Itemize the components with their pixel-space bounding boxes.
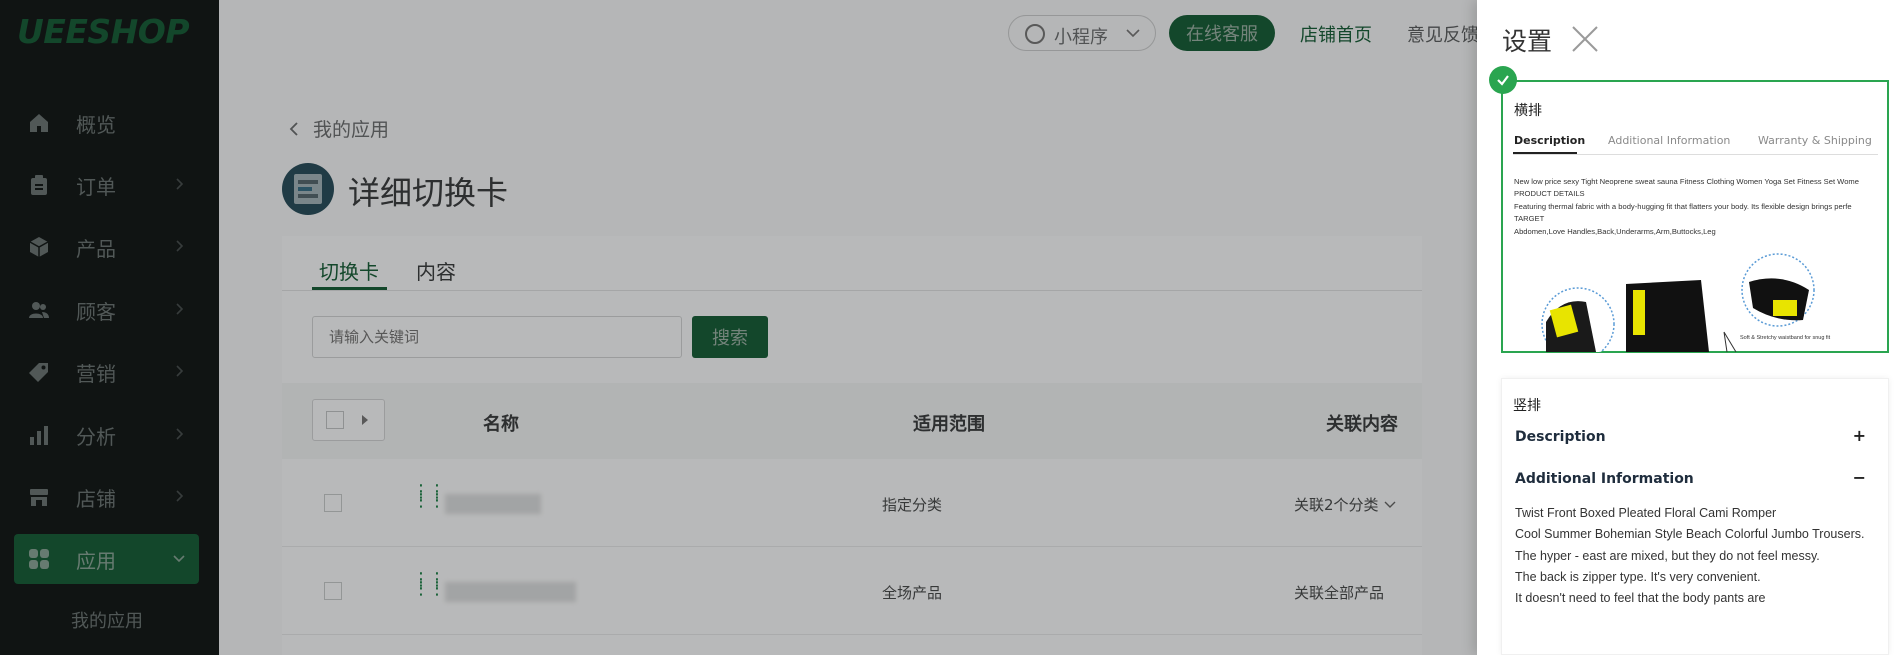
body-line: Twist Front Boxed Pleated Floral Cami Ro… [1515,506,1777,520]
preview-text: New low price sexy Tight Neoprene sweat … [1514,177,1859,186]
layout-option-horizontal[interactable]: 横排 Description Additional Information Wa… [1501,80,1889,353]
accordion-title-additional: Additional Information [1515,471,1694,487]
collapse-icon: − [1852,468,1866,487]
option-label: 竖排 [1513,398,1541,414]
body-line: It doesn't need to feel that the body pa… [1515,591,1766,606]
preview-tabs: Description Additional Information Warra… [1513,134,1878,154]
preview-tab: Warranty & Shipping [1758,134,1872,147]
option-label: 横排 [1514,103,1542,119]
body-line: Cool Summer Bohemian Style Beach Colorfu… [1515,527,1865,542]
preview-tab: Additional Information [1608,134,1731,147]
layout-option-vertical[interactable]: 竖排 Description + Additional Information … [1501,378,1889,655]
body-line: The hyper - east are mixed, but they do … [1515,548,1820,563]
close-icon[interactable] [1571,25,1599,53]
preview-tab: Description [1514,134,1586,147]
preview-tab-divider [1513,154,1878,155]
settings-drawer: 设置 横排 Description Additional Information… [1477,0,1899,655]
selected-check-icon [1489,66,1517,94]
modal-backdrop[interactable] [0,0,1477,655]
preview-text: Featuring thermal fabric with a body-hug… [1514,202,1852,211]
expand-icon: + [1852,426,1866,445]
drawer-title: 设置 [1502,27,1553,56]
image-caption: Soft & Stretchy waistband for snug fit [1740,335,1831,341]
accordion-title-description: Description [1515,429,1606,445]
accordion-body: Twist Front Boxed Pleated Floral Cami Ro… [1515,503,1870,609]
preview-text: Abdomen,Love Handles,Back,Underarms,Arm,… [1514,227,1716,236]
body-line: The back is zipper type. It's very conve… [1515,569,1761,584]
preview-text: PRODUCT DETAILS [1514,189,1585,198]
preview-text: TARGET [1514,214,1545,223]
